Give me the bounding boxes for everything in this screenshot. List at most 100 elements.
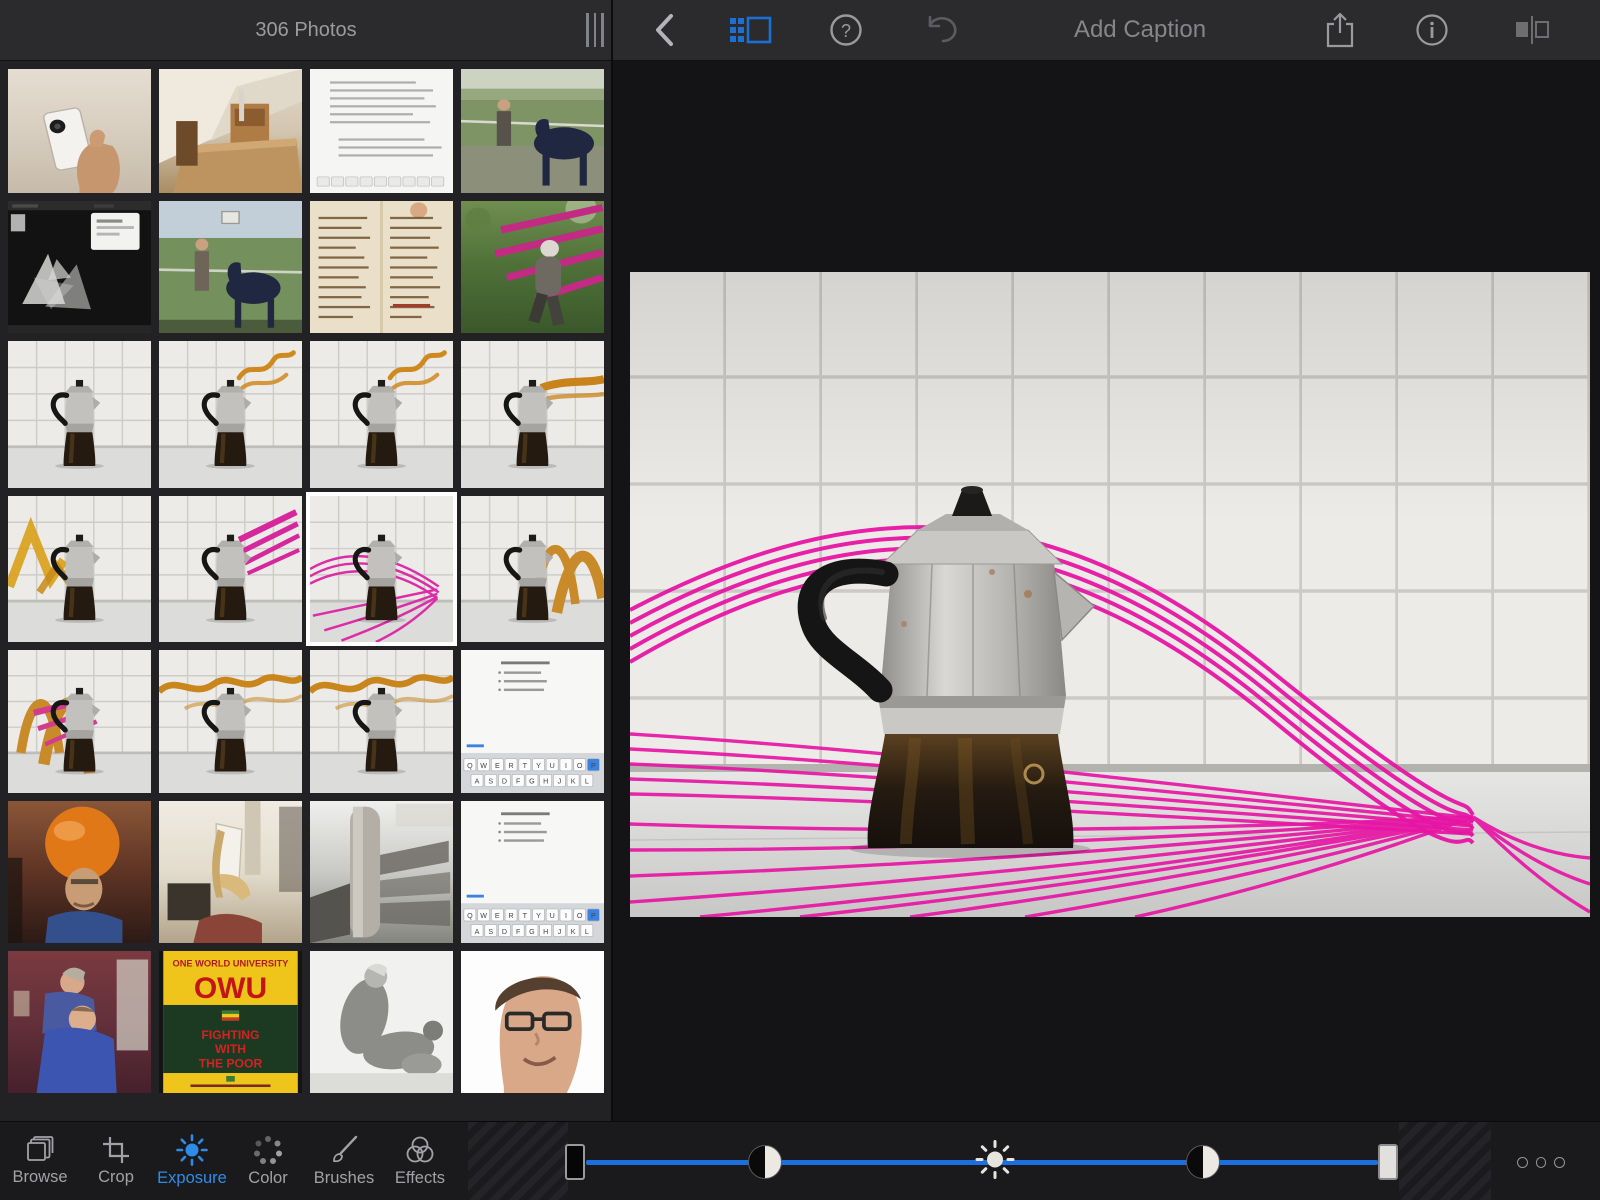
- slider-end-hatch: [468, 1122, 568, 1200]
- svg-text:P: P: [591, 912, 596, 920]
- info-icon: [1415, 13, 1449, 47]
- back-button[interactable]: [640, 0, 688, 60]
- svg-text:WITH: WITH: [215, 1042, 246, 1056]
- effects-circles-icon: [403, 1134, 437, 1166]
- bottom-toolbar: BrowseCropExposure Color Brushes Effects: [0, 1121, 1600, 1200]
- svg-text:ONE WORLD UNIVERSITY: ONE WORLD UNIVERSITY: [172, 959, 289, 969]
- thumbnail-man-pink-strokes[interactable]: [461, 201, 604, 333]
- thumbnail-moka-arches-pink[interactable]: [8, 650, 151, 793]
- thumbnail-hand-phone[interactable]: [8, 69, 151, 193]
- thumbnail-notes-keyboard-2[interactable]: QWERTYUIOPASDFGHJKL: [461, 801, 604, 943]
- svg-text:O: O: [577, 762, 583, 770]
- svg-text:S: S: [488, 928, 493, 936]
- thumbnail-face-cutout[interactable]: [461, 951, 604, 1093]
- thumbnail-moka-pink-curves[interactable]: [310, 496, 453, 642]
- thumbnail-owu-poster[interactable]: ONE WORLD UNIVERSITY OWU FIGHTING WITH T…: [159, 951, 302, 1093]
- svg-text:A: A: [475, 928, 480, 936]
- thumbnail-menu-page[interactable]: [310, 201, 453, 333]
- tool-tab-crop[interactable]: Crop: [78, 1122, 154, 1200]
- thumbnail-app-screenshot[interactable]: [8, 201, 151, 333]
- info-button[interactable]: [1406, 0, 1458, 60]
- thumbnail-moka-waves-2[interactable]: [310, 341, 453, 488]
- svg-text:U: U: [550, 762, 555, 770]
- editor-canvas[interactable]: [613, 61, 1600, 1122]
- svg-text:D: D: [502, 778, 507, 786]
- svg-text:R: R: [508, 912, 513, 920]
- undo-icon: [922, 13, 962, 47]
- tool-label: Color: [248, 1169, 287, 1188]
- svg-text:A: A: [475, 778, 480, 786]
- active-photo[interactable]: [630, 272, 1590, 917]
- slider-handle-brightness[interactable]: [975, 1140, 1015, 1185]
- brush-icon: [328, 1134, 360, 1166]
- svg-text:Y: Y: [536, 912, 541, 920]
- thumbnail-moka-waves-4[interactable]: [310, 650, 453, 793]
- svg-text:J: J: [558, 928, 562, 936]
- thumbnail-notes-keyboard-1[interactable]: QWERTYUIOPASDFGHJKL: [461, 650, 604, 793]
- svg-text:E: E: [495, 762, 500, 770]
- tool-tab-browse[interactable]: Browse: [2, 1122, 78, 1200]
- tool-label: Effects: [395, 1169, 445, 1188]
- thumbnail-moka-arches[interactable]: [461, 496, 604, 642]
- exposure-sun-icon: [176, 1134, 208, 1166]
- thumbnail-moka-waves-1[interactable]: [159, 341, 302, 488]
- thumbnail-grid: QWERTYUIOPASDFGHJKL QWERTYUIOPASDFGHJKL …: [0, 61, 612, 1101]
- thumbnail-room-chair[interactable]: [159, 801, 302, 943]
- panel-resize-handle-icon[interactable]: [586, 13, 612, 47]
- thumbnail-orange-lamp-head[interactable]: [8, 801, 151, 943]
- svg-text:R: R: [508, 762, 513, 770]
- thumbnail-moka-waves-3[interactable]: [159, 650, 302, 793]
- share-icon: [1325, 11, 1355, 49]
- color-dots-icon: [252, 1134, 284, 1166]
- slider-handle-white-point[interactable]: [1378, 1144, 1398, 1180]
- thumbnail-spiral-staircase[interactable]: [310, 801, 453, 943]
- help-icon: ?: [829, 13, 863, 47]
- svg-text:F: F: [516, 928, 521, 936]
- svg-text:THE POOR: THE POOR: [199, 1056, 263, 1070]
- thumbnail-text-document[interactable]: [310, 69, 453, 193]
- more-options-button[interactable]: [1511, 1150, 1571, 1174]
- svg-text:J: J: [558, 778, 562, 786]
- tool-tab-color[interactable]: Color: [230, 1122, 306, 1200]
- library-title: 306 Photos: [0, 0, 612, 60]
- svg-text:Q: Q: [467, 762, 473, 770]
- share-button[interactable]: [1314, 0, 1366, 60]
- svg-text:OWU: OWU: [194, 972, 267, 1005]
- split-view-button[interactable]: [1502, 0, 1562, 60]
- thumbnail-horse-pasture-2[interactable]: [159, 201, 302, 333]
- add-caption-button[interactable]: Add Caption: [1010, 0, 1270, 60]
- tool-tab-exposure[interactable]: Exposure: [154, 1122, 230, 1200]
- svg-text:D: D: [502, 928, 507, 936]
- slider-end-hatch: [1399, 1122, 1491, 1200]
- thumbnail-moka-plain[interactable]: [8, 341, 151, 488]
- crop-icon: [101, 1135, 131, 1165]
- thumbnail-browser-toggle[interactable]: [722, 0, 778, 60]
- svg-text:L: L: [585, 778, 589, 786]
- thumbnail-moka-zigzag[interactable]: [8, 496, 151, 642]
- help-button[interactable]: ?: [820, 0, 872, 60]
- slider-handle-black-point[interactable]: [565, 1144, 585, 1180]
- browse-icon: [25, 1135, 55, 1165]
- svg-text:U: U: [550, 912, 555, 920]
- photo-library-panel: QWERTYUIOPASDFGHJKL QWERTYUIOPASDFGHJKL …: [0, 61, 612, 1122]
- svg-text:Y: Y: [536, 762, 541, 770]
- thumbnail-moka-band[interactable]: [461, 341, 604, 488]
- panel-divider: [611, 0, 613, 1122]
- thumbnail-attic-desk[interactable]: [159, 69, 302, 193]
- thumbnail-moka-pink-rays[interactable]: [159, 496, 302, 642]
- tool-label: Brushes: [314, 1169, 375, 1188]
- svg-text:O: O: [577, 912, 583, 920]
- slider-handle-shadows-contrast[interactable]: [748, 1145, 782, 1179]
- thumbnail-two-men[interactable]: [8, 951, 151, 1093]
- slider-handle-highlights-contrast[interactable]: [1186, 1145, 1220, 1179]
- thumbnail-pencil-drawing[interactable]: [310, 951, 453, 1093]
- svg-text:Q: Q: [467, 912, 473, 920]
- tool-tab-brushes[interactable]: Brushes: [306, 1122, 382, 1200]
- svg-text:I: I: [565, 762, 567, 770]
- tool-tab-effects[interactable]: Effects: [382, 1122, 458, 1200]
- svg-text:L: L: [585, 928, 589, 936]
- thumbnail-grid-icon: [728, 14, 772, 46]
- thumbnail-horse-pasture[interactable]: [461, 69, 604, 193]
- svg-text:T: T: [523, 912, 528, 920]
- undo-button[interactable]: [914, 0, 970, 60]
